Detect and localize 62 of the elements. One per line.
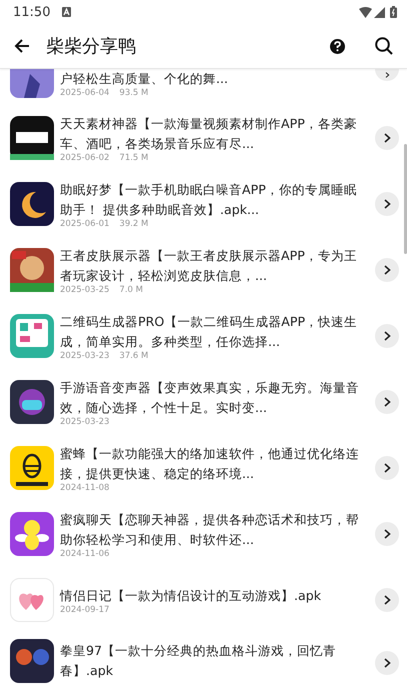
chevron-button[interactable]: [375, 522, 399, 546]
date-text: 2025-06-02: [60, 153, 110, 164]
app-title[interactable]: 王者皮肤展示器【一款王者皮肤展示器APP，专为王者玩家设计，轻松浏览皮肤信息，...: [60, 246, 363, 286]
wifi-icon: [359, 6, 372, 18]
app-title[interactable]: 蜜疯聊天【恋聊天神器，提供各种恋话术和技巧，帮助你轻松学习和使用、时软件还...: [60, 510, 363, 550]
chevron-icon: [384, 463, 390, 473]
app-title[interactable]: 蜜蜂【一款功能强大的络加速软件，他通过优化络连接，提供更快速、稳定的络环境...: [60, 444, 363, 484]
size-text: 93.5 M: [119, 88, 148, 99]
status-time: 11:50: [13, 4, 50, 20]
chevron-icon: [384, 331, 390, 341]
battery-icon: [390, 6, 397, 18]
chevron-button[interactable]: [375, 69, 399, 81]
chevron-icon: [384, 595, 390, 605]
app-icon: [10, 380, 54, 424]
chevron-icon: [384, 265, 390, 275]
app-title[interactable]: 二维码生成器PRO【一款二维码生成器APP，快速生成，简单实用。多种类型，任你选择...: [60, 312, 363, 352]
chevron-icon: [384, 658, 390, 668]
search-button[interactable]: [375, 37, 393, 55]
app-icon: [10, 116, 54, 160]
size-text: 71.5 M: [119, 153, 148, 164]
app-title[interactable]: 天天素材神器【一款海量视频素材制作APP，各类豪车、酒吧，各类场景音乐应有尽...: [60, 114, 363, 154]
app-title[interactable]: 助眠好梦【一款手机助眠白噪音APP，你的专属睡眠助手！ 提供多种助眠音效】.apk...: [60, 180, 363, 220]
app-icon: [10, 314, 54, 358]
date-text: 2024-11-08: [60, 483, 110, 494]
date-text: 2025-06-01: [60, 219, 110, 230]
app-icon: [10, 639, 54, 683]
chevron-button[interactable]: [375, 258, 399, 282]
chevron-button[interactable]: [375, 651, 399, 675]
back-button[interactable]: [14, 38, 30, 54]
help-button[interactable]: [330, 38, 345, 54]
app-title[interactable]: 拳皇97【一款十分经典的热血格斗游戏，回忆青春】.apk: [60, 641, 363, 681]
chevron-button[interactable]: [375, 324, 399, 348]
date-text: 2025-06-04: [60, 88, 110, 99]
app-title[interactable]: 手游语音变声器【变声效果真实，乐趣无穷。海量音效，随心选择，个性十足。实时变...: [60, 378, 363, 418]
date-text: 2024-09-17: [60, 605, 110, 616]
date-text: 2024-11-06: [60, 549, 110, 560]
chevron-icon: [384, 397, 390, 407]
app-icon: [10, 182, 54, 226]
size-text: 39.2 M: [119, 219, 148, 230]
chevron-icon: [384, 529, 390, 539]
size-text: 37.6 M: [119, 351, 148, 362]
app-title: 柴柴分享鸭: [46, 35, 137, 58]
signal-icon: [374, 6, 385, 18]
app-icon: [10, 248, 54, 292]
chevron-button[interactable]: [375, 588, 399, 612]
chevron-button[interactable]: [375, 126, 399, 150]
app-icon: [10, 446, 54, 490]
chevron-icon: [384, 199, 390, 209]
date-text: 2025-03-23: [60, 351, 110, 362]
app-title[interactable]: 户轻松生高质量、个化的舞...: [60, 69, 363, 89]
app-icon: [10, 512, 54, 556]
date-text: 2025-03-23: [60, 417, 110, 428]
notification-icon: [62, 7, 72, 17]
chevron-icon: [384, 72, 390, 78]
chevron-button[interactable]: [375, 192, 399, 216]
app-icon: [10, 578, 54, 622]
date-text: 2025-03-25: [60, 285, 110, 296]
chevron-button[interactable]: [375, 456, 399, 480]
chevron-button[interactable]: [375, 390, 399, 414]
app-title[interactable]: 情侣日记【一款为情侣设计的互动游戏】.apk: [60, 586, 363, 606]
chevron-icon: [384, 133, 390, 143]
size-text: 7.0 M: [119, 285, 143, 296]
